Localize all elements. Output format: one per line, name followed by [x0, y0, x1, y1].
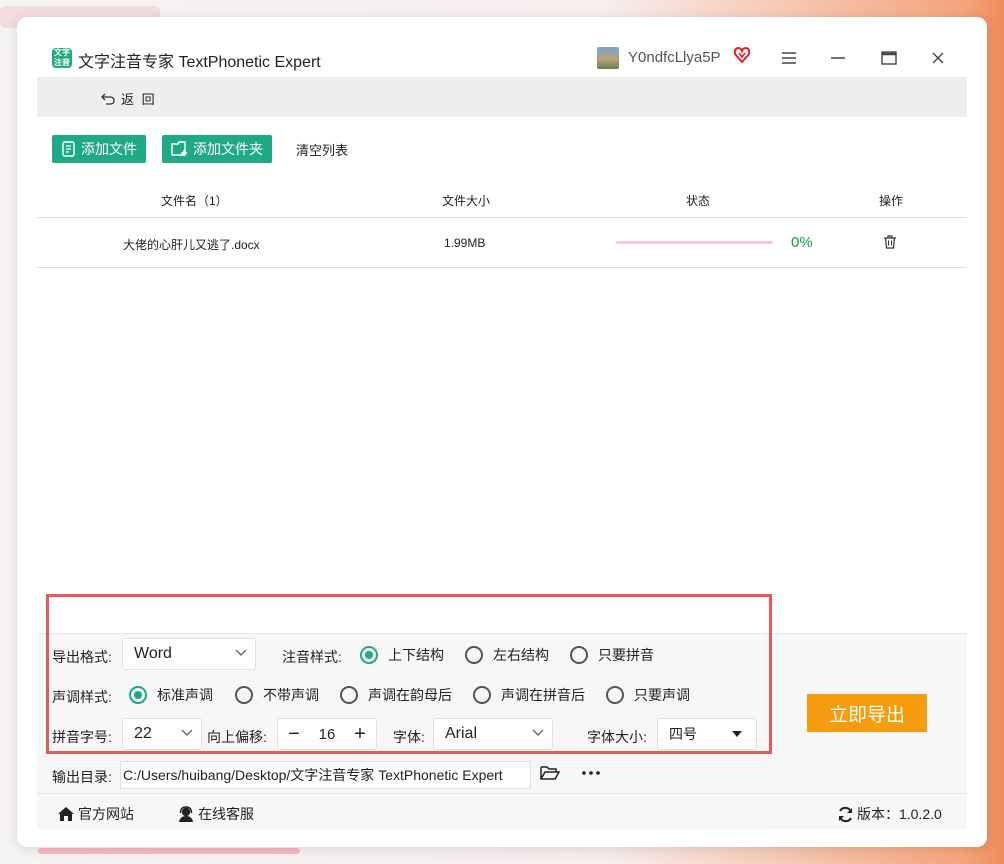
radio-dot [235, 686, 253, 704]
add-folder-label: 添加文件夹 [193, 141, 263, 157]
file-name: 大佬的心肝儿又逃了.docx [123, 238, 260, 252]
font-size-label: 字体大小: [587, 729, 647, 745]
back-label: 返 回 [121, 92, 157, 107]
output-dir-label: 输出目录: [52, 769, 112, 785]
font-size-select[interactable]: 四号 [657, 718, 757, 750]
radio-label: 上下结构 [388, 647, 444, 663]
radio-label: 声调在韵母后 [368, 687, 452, 703]
progress-bar [616, 241, 773, 244]
increment-button[interactable]: + [344, 719, 376, 749]
radio-tone-none[interactable]: 不带声调 [235, 685, 319, 705]
website-link[interactable]: 官方网站 [57, 804, 134, 824]
toolbar: 添加文件 添加文件夹 清空列表 [52, 135, 348, 163]
radio-label: 标准声调 [157, 687, 213, 703]
radio-annotation-vertical[interactable]: 上下结构 [360, 645, 444, 665]
avatar[interactable] [597, 47, 619, 69]
website-label: 官方网站 [78, 806, 134, 822]
title-bar: 文字 注音 文字注音专家 TextPhonetic Expert Y0ndfcLl… [17, 17, 987, 77]
back-arrow-icon [101, 93, 115, 105]
decrement-button[interactable]: − [278, 719, 310, 749]
version-label: 版本：1.0.2.0 [857, 806, 942, 822]
app-window: 文字 注音 文字注音专家 TextPhonetic Expert Y0ndfcLl… [17, 17, 987, 847]
chevron-down-icon [235, 649, 247, 656]
trash-icon[interactable] [883, 235, 897, 249]
support-label: 在线客服 [198, 806, 254, 822]
export-format-label: 导出格式: [52, 649, 112, 665]
more-options-icon[interactable] [582, 771, 600, 775]
folder-open-icon[interactable] [540, 765, 560, 781]
close-icon[interactable] [927, 47, 949, 69]
user-name[interactable]: Y0ndfcLlya5P [628, 49, 721, 66]
font-value: Arial [445, 725, 478, 742]
maximize-icon[interactable] [878, 47, 900, 69]
radio-label: 只要拼音 [598, 647, 654, 663]
add-folder-button[interactable]: 添加文件夹 [162, 135, 272, 163]
chevron-down-icon [181, 729, 193, 736]
footer-bar: 官方网站 在线客服 版本：1.0.2.0 [37, 793, 967, 829]
radio-dot [473, 686, 491, 704]
pinyin-size-value: 22 [134, 725, 152, 742]
radio-annotation-pinyin-only[interactable]: 只要拼音 [570, 645, 654, 665]
add-file-button[interactable]: 添加文件 [52, 135, 146, 163]
offset-value[interactable]: 16 [310, 726, 344, 743]
font-select[interactable]: Arial [433, 718, 553, 750]
radio-tone-after-final[interactable]: 声调在韵母后 [340, 685, 452, 705]
column-status: 状态 [686, 194, 711, 208]
radio-label: 不带声调 [263, 687, 319, 703]
clear-list-button[interactable]: 清空列表 [296, 140, 348, 159]
radio-tone-after-pinyin[interactable]: 声调在拼音后 [473, 685, 585, 705]
radio-dot [606, 686, 624, 704]
file-size: 1.99MB [444, 236, 486, 250]
output-dir-input[interactable]: C:/Users/huibang/Desktop/文字注音专家 TextPhon… [120, 761, 531, 789]
app-title: 文字注音专家 TextPhonetic Expert [78, 54, 321, 71]
navigation-bar: 返 回 [37, 77, 967, 117]
export-format-value: Word [134, 645, 172, 662]
font-label: 字体: [393, 729, 425, 745]
refresh-icon [839, 806, 852, 822]
radio-annotation-horizontal[interactable]: 左右结构 [465, 645, 549, 665]
export-button[interactable]: 立即导出 [807, 694, 927, 732]
offset-stepper[interactable]: − 16 + [277, 718, 377, 750]
column-action: 操作 [879, 194, 904, 208]
annotation-style-label: 注音样式: [282, 649, 342, 665]
font-size-value: 四号 [669, 726, 697, 742]
minimize-icon[interactable] [827, 47, 849, 69]
radio-dot [465, 646, 483, 664]
export-format-select[interactable]: Word [122, 638, 256, 670]
caret-down-icon [732, 731, 742, 737]
radio-tone-only[interactable]: 只要声调 [606, 685, 690, 705]
chevron-down-icon [532, 729, 544, 736]
radio-dot [129, 686, 147, 704]
progress-text: 0% [791, 234, 813, 251]
table-row[interactable]: 大佬的心肝儿又逃了.docx 1.99MB 0% [37, 218, 967, 268]
version-info: 版本：1.0.2.0 [837, 804, 942, 824]
hamburger-icon[interactable] [778, 47, 800, 69]
add-file-icon [62, 141, 75, 157]
pinyin-size-label: 拼音字号: [52, 729, 112, 745]
file-table-header: 文件名（1） 文件大小 状态 操作 [37, 180, 967, 218]
back-button[interactable]: 返 回 [101, 89, 157, 108]
radio-label: 左右结构 [493, 647, 549, 663]
app-logo: 文字 注音 [52, 48, 72, 68]
add-file-label: 添加文件 [81, 141, 137, 157]
radio-tone-standard[interactable]: 标准声调 [129, 685, 213, 705]
offset-label: 向上偏移: [207, 729, 267, 745]
radio-dot [570, 646, 588, 664]
support-link[interactable]: 在线客服 [177, 804, 254, 824]
radio-dot [360, 646, 378, 664]
background-bar [38, 848, 300, 854]
radio-dot [340, 686, 358, 704]
column-name: 文件名（1） [161, 194, 228, 208]
headset-icon [179, 806, 193, 822]
pinyin-size-select[interactable]: 22 [122, 718, 202, 750]
tone-style-label: 声调样式: [52, 689, 112, 705]
radio-label: 只要声调 [634, 687, 690, 703]
heart-badge-icon[interactable] [733, 46, 751, 64]
home-icon [58, 807, 74, 821]
add-folder-icon [171, 141, 187, 156]
radio-label: 声调在拼音后 [501, 687, 585, 703]
column-size: 文件大小 [442, 194, 491, 208]
